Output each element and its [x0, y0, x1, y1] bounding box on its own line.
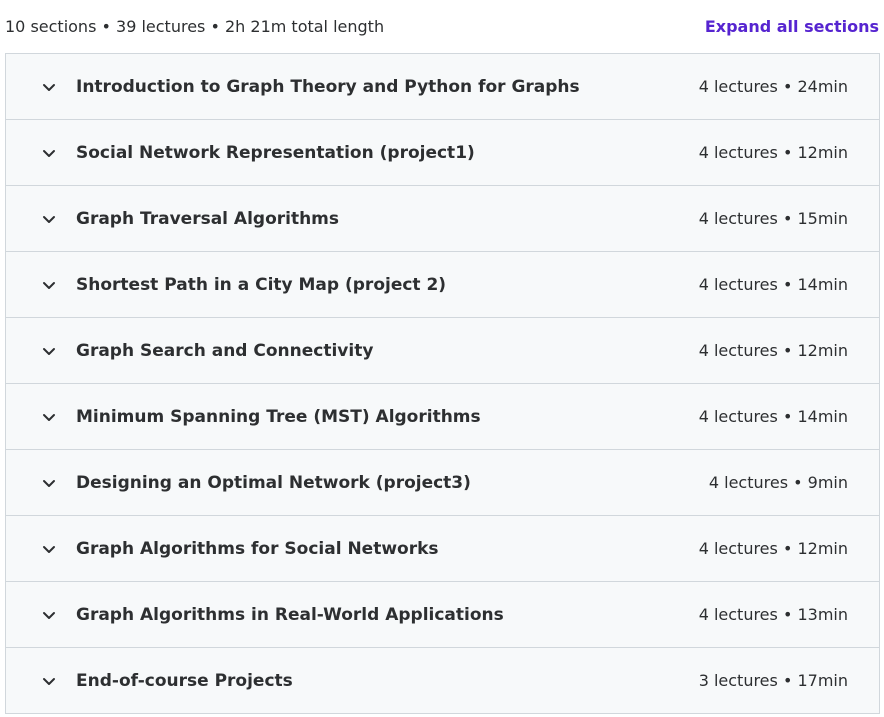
section-title: Minimum Spanning Tree (MST) Algorithms	[76, 407, 481, 427]
section-meta: 4 lectures • 13min	[698, 605, 848, 624]
section-meta: 4 lectures • 14min	[698, 275, 848, 294]
section-meta: 4 lectures • 12min	[698, 143, 848, 162]
chevron-down-icon	[41, 607, 57, 623]
curriculum-header: 10 sections • 39 lectures • 2h 21m total…	[0, 0, 884, 54]
chevron-down-icon	[41, 475, 57, 491]
curriculum-summary: 10 sections • 39 lectures • 2h 21m total…	[5, 17, 385, 36]
section-row[interactable]: Minimum Spanning Tree (MST) Algorithms 4…	[6, 384, 879, 450]
section-title: Shortest Path in a City Map (project 2)	[76, 275, 447, 295]
section-meta: 4 lectures • 14min	[698, 407, 848, 426]
section-title: End-of-course Projects	[76, 671, 293, 691]
chevron-down-icon	[41, 211, 57, 227]
section-row[interactable]: Graph Search and Connectivity 4 lectures…	[6, 318, 879, 384]
expand-all-sections-button[interactable]: Expand all sections	[705, 16, 879, 38]
section-meta: 4 lectures • 24min	[698, 77, 848, 96]
section-title: Graph Algorithms in Real-World Applicati…	[76, 605, 504, 625]
section-title: Graph Search and Connectivity	[76, 341, 374, 361]
chevron-down-icon	[41, 277, 57, 293]
chevron-down-icon	[41, 145, 57, 161]
section-meta: 3 lectures • 17min	[698, 671, 848, 690]
section-row[interactable]: Graph Traversal Algorithms 4 lectures • …	[6, 186, 879, 252]
section-row[interactable]: Graph Algorithms for Social Networks 4 l…	[6, 516, 879, 582]
chevron-down-icon	[41, 541, 57, 557]
section-title: Introduction to Graph Theory and Python …	[76, 77, 580, 97]
section-row[interactable]: Introduction to Graph Theory and Python …	[6, 54, 879, 120]
section-row[interactable]: End-of-course Projects 3 lectures • 17mi…	[6, 648, 879, 713]
chevron-down-icon	[41, 409, 57, 425]
section-row[interactable]: Designing an Optimal Network (project3) …	[6, 450, 879, 516]
section-title: Graph Algorithms for Social Networks	[76, 539, 439, 559]
section-row[interactable]: Graph Algorithms in Real-World Applicati…	[6, 582, 879, 648]
section-title: Graph Traversal Algorithms	[76, 209, 340, 229]
section-title: Social Network Representation (project1)	[76, 143, 475, 163]
section-row[interactable]: Shortest Path in a City Map (project 2) …	[6, 252, 879, 318]
section-meta: 4 lectures • 12min	[698, 341, 848, 360]
chevron-down-icon	[41, 673, 57, 689]
section-row[interactable]: Social Network Representation (project1)…	[6, 120, 879, 186]
chevron-down-icon	[41, 343, 57, 359]
section-title: Designing an Optimal Network (project3)	[76, 473, 471, 493]
chevron-down-icon	[41, 79, 57, 95]
sections-list: Introduction to Graph Theory and Python …	[5, 53, 880, 714]
section-meta: 4 lectures • 15min	[698, 209, 848, 228]
section-meta: 4 lectures • 9min	[708, 473, 848, 492]
section-meta: 4 lectures • 12min	[698, 539, 848, 558]
